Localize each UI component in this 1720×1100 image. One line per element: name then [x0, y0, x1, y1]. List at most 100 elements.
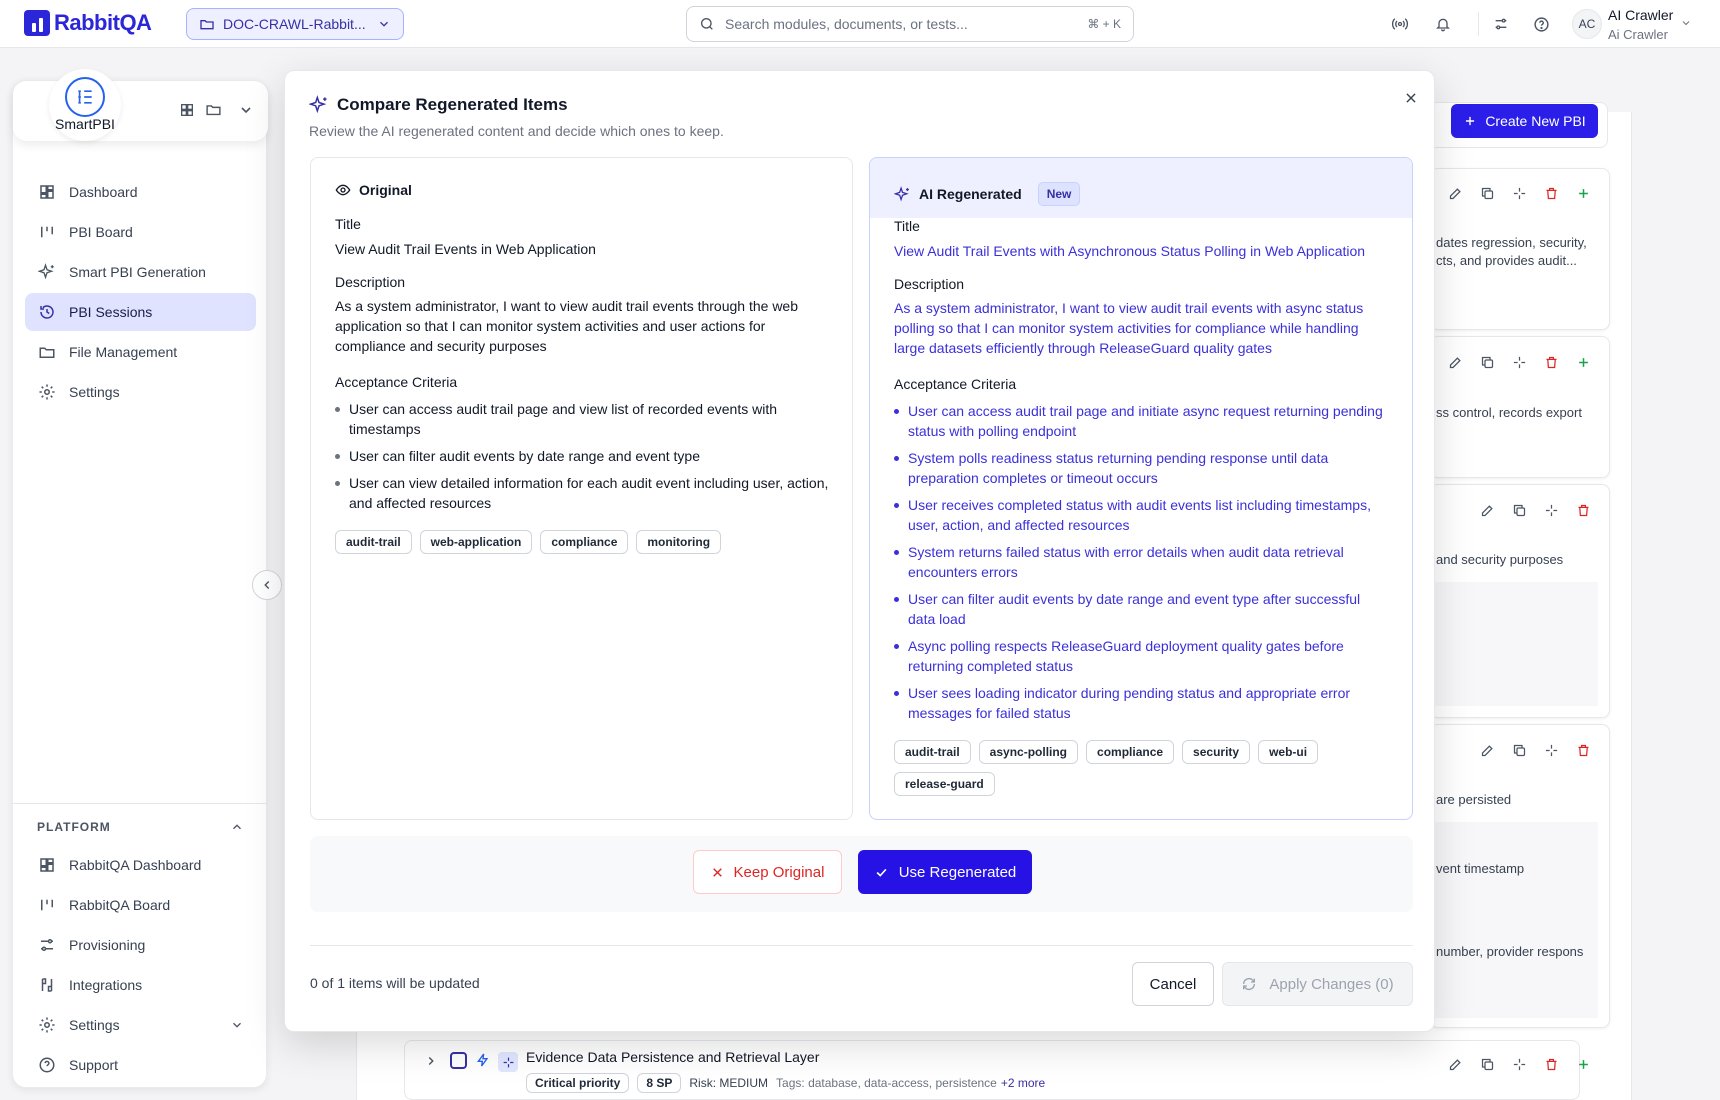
grid-icon[interactable] — [179, 102, 195, 118]
sparkle-icon[interactable] — [1510, 184, 1528, 202]
create-new-pbi-button[interactable]: Create New PBI — [1451, 104, 1598, 138]
copy-icon[interactable] — [1478, 1055, 1496, 1073]
sidebar-item-integrations[interactable]: Integrations — [25, 966, 256, 1004]
card-actions — [1478, 501, 1592, 519]
sidebar-item-support[interactable]: Support — [25, 1046, 256, 1084]
chevron-down-icon[interactable] — [1680, 17, 1692, 29]
chevron-up-icon — [230, 820, 244, 834]
description-label: Description — [894, 276, 965, 292]
sidebar-item-provisioning[interactable]: Provisioning — [25, 926, 256, 964]
sparkle-icon[interactable] — [1542, 741, 1560, 759]
edit-icon[interactable] — [1446, 353, 1464, 371]
plus-icon[interactable] — [1574, 184, 1592, 202]
apply-changes-button[interactable]: Apply Changes (0) — [1222, 962, 1413, 1006]
sidebar-collapse-button[interactable] — [252, 570, 282, 600]
copy-icon[interactable] — [1478, 353, 1496, 371]
sidebar-item-platform-settings[interactable]: Settings — [25, 1006, 256, 1044]
description-label: Description — [335, 274, 406, 290]
tag: security — [1182, 740, 1251, 764]
history-icon — [37, 302, 57, 322]
criteria-item: User can filter audit events by date ran… — [335, 446, 835, 466]
project-selector[interactable]: DOC-CRAWL-Rabbit... — [186, 8, 404, 40]
card-snippet: ss control, records export — [1436, 405, 1582, 420]
plus-icon[interactable] — [1574, 353, 1592, 371]
criteria-item: User receives completed status with audi… — [894, 495, 1384, 535]
platform-toggle[interactable]: PLATFORM — [25, 814, 256, 840]
chevron-right-icon[interactable] — [424, 1054, 438, 1068]
criteria-label: Acceptance Criteria — [335, 374, 458, 390]
sidebar-item-label: PBI Board — [69, 224, 133, 240]
criteria-item: User can filter audit events by date ran… — [894, 589, 1384, 629]
trash-icon[interactable] — [1542, 353, 1560, 371]
cancel-button[interactable]: Cancel — [1132, 962, 1214, 1006]
sidebar-item-label: PBI Sessions — [69, 304, 153, 320]
folder-icon[interactable] — [205, 101, 222, 118]
sparkle-icon — [498, 1052, 518, 1072]
criteria-item: Async polling respects ReleaseGuard depl… — [894, 636, 1384, 676]
edit-icon[interactable] — [1478, 501, 1496, 519]
trash-icon[interactable] — [1542, 184, 1560, 202]
close-icon — [711, 866, 724, 879]
edit-icon[interactable] — [1478, 741, 1496, 759]
eye-icon — [335, 182, 351, 198]
sidebar-item-label: Smart PBI Generation — [69, 264, 206, 280]
tag: compliance — [1086, 740, 1175, 764]
edit-icon[interactable] — [1446, 184, 1464, 202]
tag: release-guard — [894, 772, 995, 796]
sidebar-item-rabbitqa-dashboard[interactable]: RabbitQA Dashboard — [25, 846, 256, 884]
original-column[interactable]: Original Title View Audit Trail Events i… — [310, 157, 853, 820]
sparkle-icon[interactable] — [1542, 501, 1560, 519]
tag: audit-trail — [335, 530, 412, 554]
trash-icon[interactable] — [1574, 501, 1592, 519]
regenerated-header: AI Regenerated New — [894, 182, 1081, 206]
brand-logo[interactable]: RabbitQA — [24, 10, 152, 36]
criteria-item: User can view detailed information for e… — [335, 473, 835, 513]
sidebar-item-settings[interactable]: Settings — [25, 373, 256, 411]
chevron-down-icon — [377, 17, 391, 31]
help-icon[interactable] — [1530, 13, 1552, 35]
plus-icon[interactable] — [1574, 1055, 1592, 1073]
criteria-item: System returns failed status with error … — [894, 542, 1384, 582]
folder-icon — [37, 342, 57, 362]
edit-icon[interactable] — [1446, 1055, 1464, 1073]
trash-icon[interactable] — [1574, 741, 1592, 759]
row-checkbox[interactable] — [450, 1052, 467, 1069]
close-icon[interactable] — [1400, 87, 1422, 109]
keep-original-button[interactable]: Keep Original — [693, 850, 842, 894]
sidebar: SmartPBI Dashboard PBI Board Smart PBI G… — [12, 69, 268, 1088]
copy-icon[interactable] — [1510, 501, 1528, 519]
sparkle-icon[interactable] — [1510, 1055, 1528, 1073]
card-actions — [1478, 741, 1592, 759]
copy-icon[interactable] — [1510, 741, 1528, 759]
bell-icon[interactable] — [1432, 13, 1454, 35]
sidebar-item-dashboard[interactable]: Dashboard — [25, 173, 256, 211]
top-bar: RabbitQA DOC-CRAWL-Rabbit... ⌘ + K AC AI… — [0, 0, 1720, 48]
sidebar-item-smart-pbi-generation[interactable]: Smart PBI Generation — [25, 253, 256, 291]
global-search[interactable]: ⌘ + K — [686, 6, 1134, 42]
lightning-icon — [475, 1052, 491, 1068]
preferences-icon[interactable] — [1490, 13, 1512, 35]
original-heading: Original — [359, 182, 412, 198]
row-title: Evidence Data Persistence and Retrieval … — [526, 1049, 820, 1065]
chevron-down-icon[interactable] — [238, 102, 254, 118]
use-regenerated-button[interactable]: Use Regenerated — [858, 850, 1032, 894]
sidebar-item-rabbitqa-board[interactable]: RabbitQA Board — [25, 886, 256, 924]
search-input[interactable] — [725, 16, 1078, 32]
user-menu[interactable]: AI Crawler Ai Crawler — [1608, 5, 1673, 45]
sidebar-item-label: Dashboard — [69, 184, 138, 200]
regenerated-column[interactable]: AI Regenerated New Title View Audit Trai… — [869, 157, 1413, 820]
dialog-title: Compare Regenerated Items — [337, 95, 568, 114]
more-tags-link[interactable]: +2 more — [1001, 1076, 1045, 1090]
board-icon — [37, 222, 57, 242]
sliders-icon — [37, 935, 57, 955]
sidebar-item-pbi-sessions[interactable]: PBI Sessions — [25, 293, 256, 331]
sidebar-item-label: Support — [69, 1057, 119, 1073]
broadcast-icon[interactable] — [1389, 13, 1411, 35]
trash-icon[interactable] — [1542, 1055, 1560, 1073]
copy-icon[interactable] — [1478, 184, 1496, 202]
avatar[interactable]: AC — [1572, 9, 1602, 39]
sidebar-item-pbi-board[interactable]: PBI Board — [25, 213, 256, 251]
dashboard-icon — [37, 855, 57, 875]
sparkle-icon[interactable] — [1510, 353, 1528, 371]
sidebar-item-file-management[interactable]: File Management — [25, 333, 256, 371]
